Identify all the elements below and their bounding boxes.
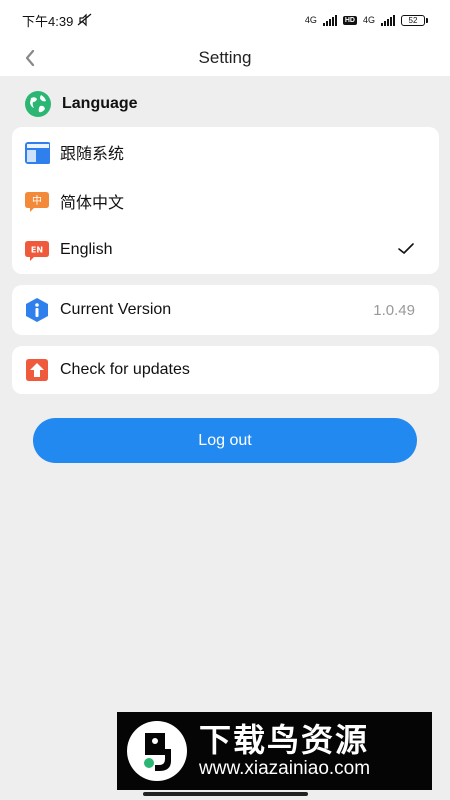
language-option-label: 跟随系统 bbox=[60, 146, 125, 163]
signal-icon-2 bbox=[381, 14, 395, 26]
language-option-english[interactable]: EN English bbox=[12, 226, 439, 274]
status-time: 下午4:39 bbox=[22, 13, 74, 29]
network-label-1: 4G bbox=[304, 15, 317, 25]
language-section-title: Language bbox=[62, 95, 138, 112]
language-section-header: Language bbox=[24, 90, 138, 118]
language-option-label: English bbox=[60, 241, 113, 258]
english-badge-icon: EN bbox=[24, 237, 50, 263]
logout-button[interactable]: Log out bbox=[33, 418, 417, 463]
chinese-badge-icon: 中 bbox=[24, 188, 50, 214]
english-badge-text: EN bbox=[31, 246, 43, 255]
back-arrow-icon[interactable] bbox=[18, 46, 42, 70]
follow-system-icon bbox=[25, 142, 50, 164]
check-updates-row[interactable]: Check for updates bbox=[12, 346, 439, 394]
version-card: Current Version 1.0.49 bbox=[12, 285, 439, 335]
hd-badge: HD bbox=[342, 15, 357, 25]
version-row: Current Version 1.0.49 bbox=[12, 286, 439, 334]
updates-card: Check for updates bbox=[12, 346, 439, 394]
status-bar: 下午4:39 4G HD 4G 52 bbox=[0, 0, 450, 40]
home-indicator[interactable] bbox=[143, 792, 308, 796]
language-option-simplified-chinese[interactable]: 中 简体中文 bbox=[12, 177, 439, 225]
version-value: 1.0.49 bbox=[373, 301, 415, 319]
info-icon bbox=[26, 298, 48, 322]
watermark-title: 下载鸟资源 bbox=[199, 722, 370, 758]
app-header: Setting bbox=[0, 40, 450, 76]
watermark-banner: 下载鸟资源 www.xiazainiao.com bbox=[117, 712, 432, 790]
language-option-follow-system[interactable]: 跟随系统 bbox=[12, 128, 439, 176]
version-label: Current Version bbox=[60, 301, 172, 318]
signal-icon-1 bbox=[322, 14, 337, 26]
check-updates-label: Check for updates bbox=[60, 361, 190, 378]
mute-icon bbox=[77, 13, 92, 27]
chinese-badge-text: 中 bbox=[32, 194, 42, 207]
globe-icon bbox=[25, 91, 51, 117]
watermark-url: www.xiazainiao.com bbox=[199, 758, 371, 779]
battery-level: 52 bbox=[401, 14, 425, 26]
checkmark-icon bbox=[398, 243, 414, 254]
page-title: Setting bbox=[198, 48, 252, 67]
network-label-2: 4G bbox=[362, 15, 375, 25]
update-arrow-icon bbox=[26, 359, 48, 381]
language-option-label: 简体中文 bbox=[60, 195, 125, 212]
battery-icon: 52 bbox=[401, 14, 428, 26]
language-card: 跟随系统 中 简体中文 EN English bbox=[12, 127, 439, 274]
watermark-logo bbox=[127, 721, 187, 781]
